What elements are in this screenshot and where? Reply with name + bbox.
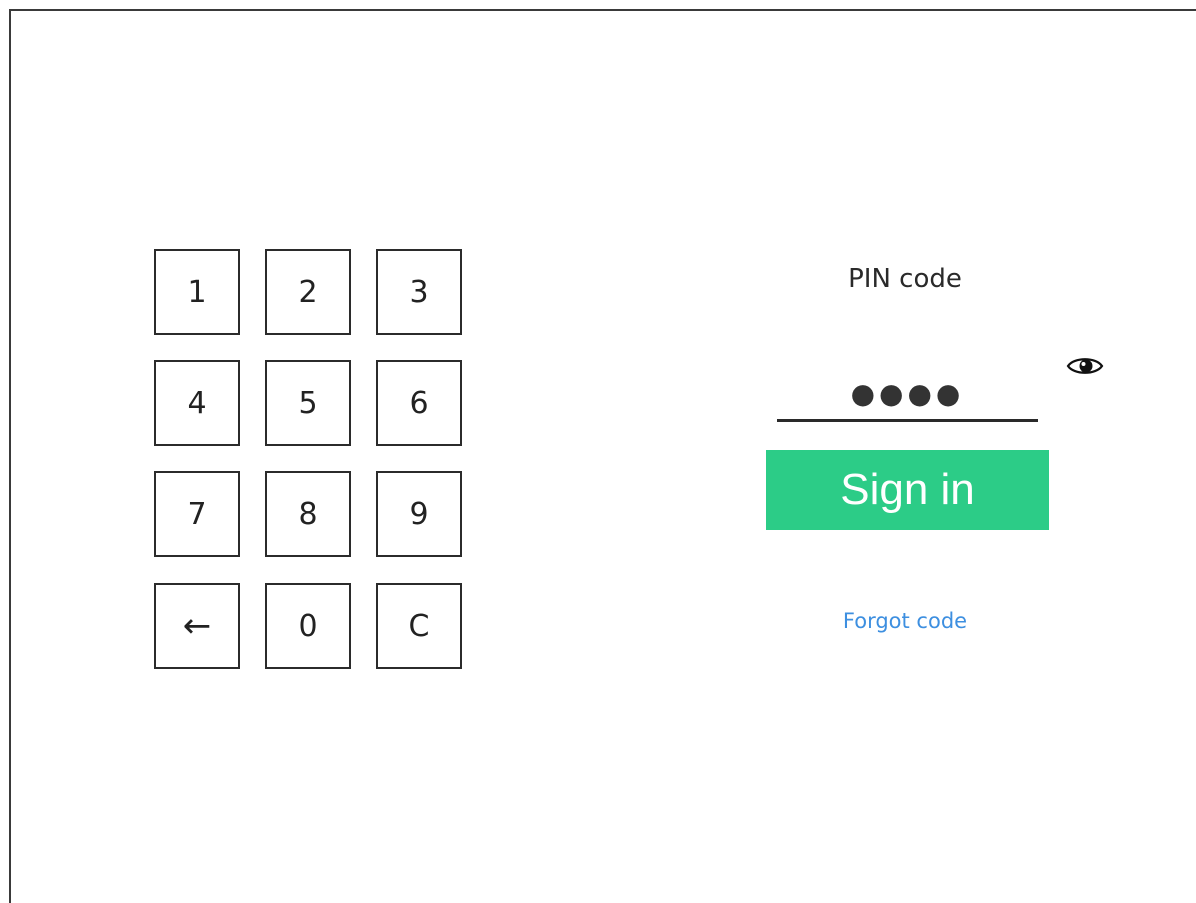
sign-in-button[interactable]: Sign in [766,450,1049,530]
key-8[interactable]: 8 [265,471,351,557]
pin-code-label: PIN code [848,264,962,294]
key-label: 1 [187,274,207,310]
key-9[interactable]: 9 [376,471,462,557]
clear-key[interactable]: C [376,583,462,669]
key-0[interactable]: 0 [265,583,351,669]
forgot-code-link[interactable]: Forgot code [800,609,1010,633]
pin-masked-value: ●●●● [850,377,965,410]
key-6[interactable]: 6 [376,360,462,446]
key-3[interactable]: 3 [376,249,462,335]
key-7[interactable]: 7 [154,471,240,557]
key-label: 6 [409,385,429,421]
key-label: 3 [409,274,429,310]
key-label: 7 [187,496,207,532]
key-label: 2 [298,274,318,310]
pin-input[interactable]: ●●●● [777,370,1038,422]
key-4[interactable]: 4 [154,360,240,446]
key-2[interactable]: 2 [265,249,351,335]
key-label: C [408,608,430,644]
numeric-keypad: 1 2 3 4 5 6 7 8 9 ← 0 C [154,249,462,669]
left-arrow-icon: ← [182,606,212,646]
key-1[interactable]: 1 [154,249,240,335]
key-label: 8 [298,496,318,532]
key-label: 4 [187,385,207,421]
key-label: 5 [298,385,318,421]
backspace-key[interactable]: ← [154,583,240,669]
key-label: 0 [298,608,318,644]
eye-icon[interactable] [1066,354,1104,378]
key-5[interactable]: 5 [265,360,351,446]
key-label: 9 [409,496,429,532]
